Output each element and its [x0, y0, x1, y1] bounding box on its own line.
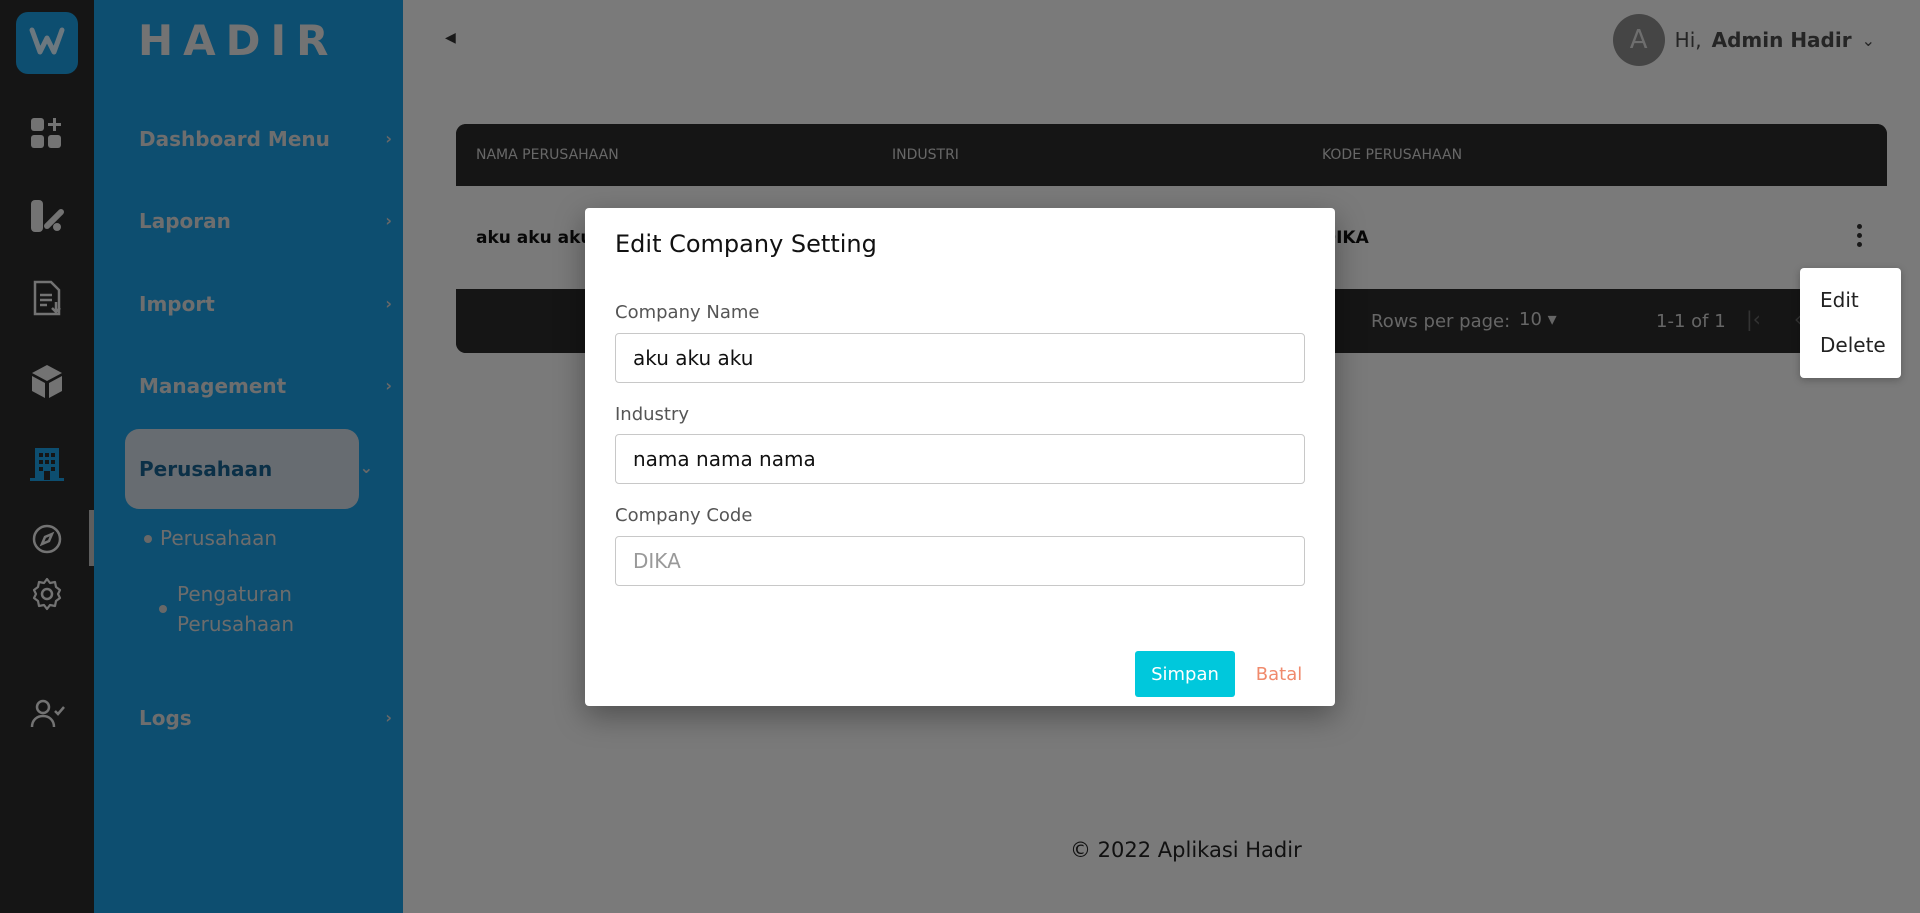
company-code-input[interactable] [615, 536, 1305, 586]
edit-company-dialog: Edit Company Setting Company Name Indust… [585, 208, 1335, 706]
company-name-label: Company Name [615, 302, 760, 323]
industry-input[interactable] [615, 434, 1305, 484]
cancel-button[interactable]: Batal [1249, 651, 1309, 697]
company-code-label: Company Code [615, 505, 753, 526]
menu-item-delete[interactable]: Delete [1820, 333, 1886, 357]
save-button[interactable]: Simpan [1135, 651, 1235, 697]
row-action-menu: Edit Delete [1800, 268, 1901, 378]
industry-label: Industry [615, 404, 690, 425]
dialog-title: Edit Company Setting [615, 230, 877, 258]
company-name-input[interactable] [615, 333, 1305, 383]
menu-item-edit[interactable]: Edit [1820, 288, 1859, 312]
